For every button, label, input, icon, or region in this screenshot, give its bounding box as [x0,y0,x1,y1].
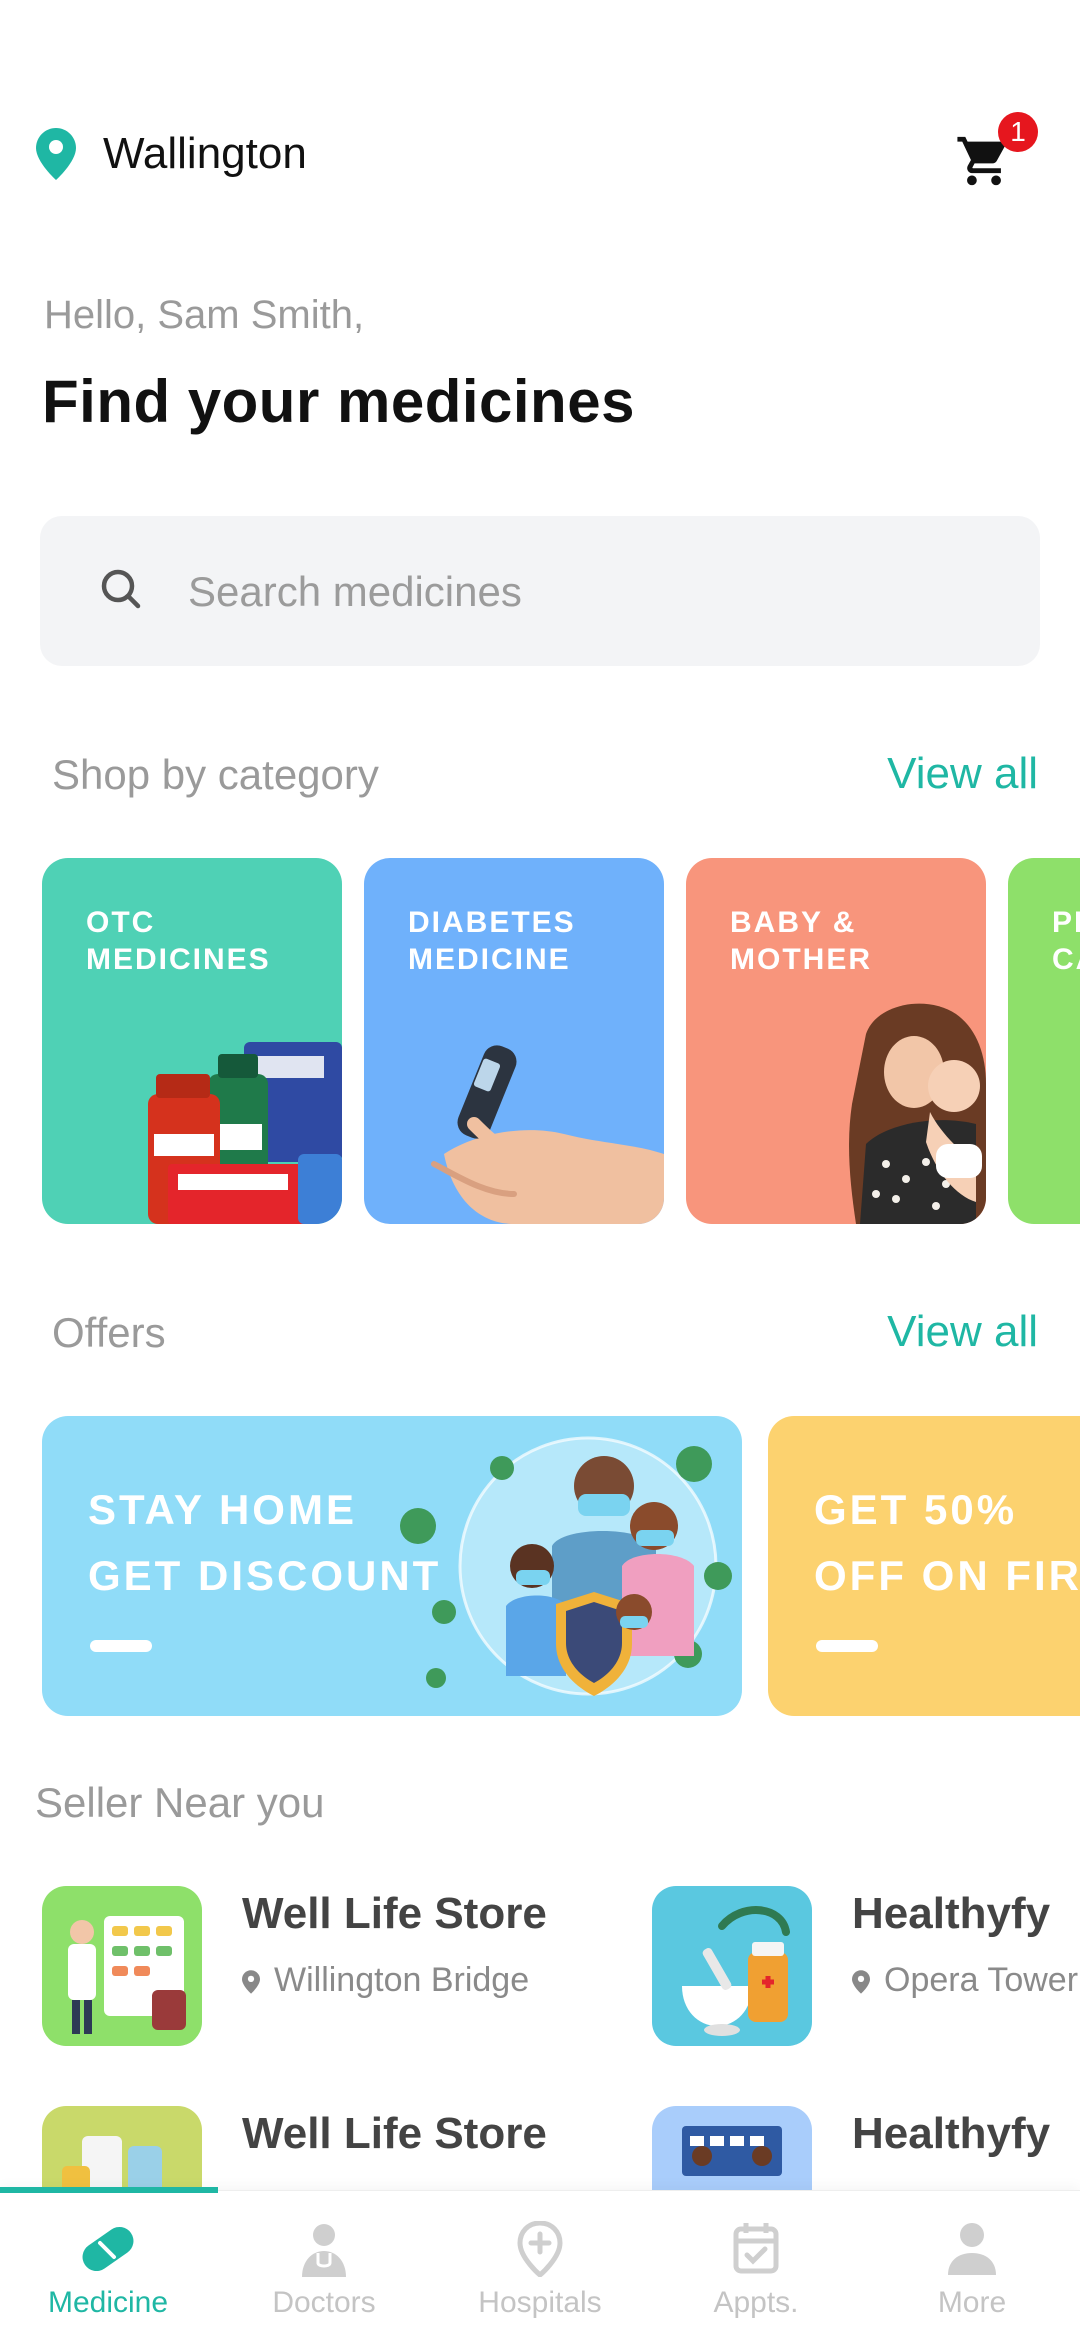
location-pin-icon [242,1970,260,1994]
offer-card-get-50[interactable]: GET 50% OFF ON FIR [768,1416,1080,1716]
offers-view-all-link[interactable]: View all [820,1304,1038,1360]
seller-card[interactable]: Well Life Store Willington Bridge [42,1886,642,2056]
hospital-pin-icon [517,2221,563,2277]
glucometer-hand-illustration [431,1045,664,1224]
pharmacy-counter-illustration [682,2126,782,2176]
pill-icon [82,2226,134,2272]
category-carousel: OTC MEDICINES DIABETES MEDICINE BABY & M… [42,858,1080,1226]
nav-tab-label: Hospitals [478,2286,602,2319]
offer-accent-bar [90,1640,152,1652]
category-card-baby-mother[interactable]: BABY & MOTHER [686,858,986,1224]
page-title: Find your medicines [42,368,635,435]
offer-accent-bar [816,1640,878,1652]
location-name[interactable]: Wallington [103,126,307,182]
offers-carousel: STAY HOME GET DISCOUNT GET 50% OFF ON FI… [42,1416,1080,1718]
search-icon [101,569,141,609]
seller-location-text: Willington Bridge [274,1961,530,1999]
calendar-check-icon [733,2223,779,2274]
seller-thumbnail [652,2106,812,2190]
search-bar[interactable] [40,516,1040,666]
nav-tab-label: Appts. [713,2286,799,2319]
category-section-title: Shop by category [52,751,379,798]
seller-thumbnail [652,1886,812,2046]
nav-tab-label: Doctors [272,2286,376,2319]
medicine-bottles-illustration [148,1042,342,1224]
cart-count-badge: 1 [998,112,1038,152]
seller-location: Willington Bridge [242,1958,529,2002]
bottom-navigation: Medicine Doctors Hospitals Appts. More [0,2187,1080,2340]
user-icon [948,2223,996,2275]
seller-location: Opera Tower [852,1958,1078,2002]
nav-tab-appointments[interactable]: Appts. [648,2191,864,2340]
seller-card[interactable]: Healthyfy [652,2106,1080,2190]
seller-thumbnail [42,1886,202,2046]
categories-view-all-link[interactable]: View all [820,746,1038,802]
nav-tab-hospitals[interactable]: Hospitals [432,2191,648,2340]
sellers-section-title: Seller Near you [35,1779,325,1826]
seller-name: Healthyfy [852,2109,1051,2158]
nav-tab-medicine[interactable]: Medicine [0,2191,216,2340]
search-input[interactable] [188,564,988,620]
doctor-icon [302,2224,346,2277]
pharmacy-supplies-illustration [62,2136,162,2190]
offer-line-2: OFF ON FIR [814,1552,1080,1599]
seller-location-text: Opera Tower [884,1961,1079,1999]
seller-name: Well Life Store [242,2109,547,2158]
seller-name: Healthyfy [852,1889,1051,1938]
nav-tab-more[interactable]: More [864,2191,1080,2340]
seller-thumbnail [42,2106,202,2190]
top-bar: Wallington 1 [0,0,1080,230]
category-label: BABY & MOTHER [730,906,872,976]
pharmacist-illustration [68,1916,186,2034]
category-card-diabetes[interactable]: DIABETES MEDICINE [364,858,664,1224]
seller-name: Well Life Store [242,1889,547,1938]
nav-tab-label: More [937,2286,1007,2319]
category-label: OTC MEDICINES [86,906,271,976]
family-masks-virus-illustration [400,1436,732,1696]
seller-list: Well Life Store Willington Bridge Health… [0,1880,1080,2190]
offer-line-1: STAY HOME [88,1486,357,1533]
offer-card-stay-home[interactable]: STAY HOME GET DISCOUNT [42,1416,742,1716]
category-label: DIABETES MEDICINE [408,906,576,976]
offers-section-title: Offers [52,1309,166,1356]
location-pin-icon [852,1970,870,1994]
location-pin-icon[interactable] [36,128,76,180]
category-card-otc[interactable]: OTC MEDICINES [42,858,342,1224]
mother-baby-photo [849,1003,986,1224]
category-label: PE CA [1052,906,1080,976]
mortar-pestle-illustration [682,1906,790,2036]
category-card-personal-care[interactable]: PE CA [1008,858,1080,1224]
seller-card[interactable]: Well Life Store [42,2106,642,2190]
greeting-text: Hello, Sam Smith, [44,293,365,337]
nav-tab-label: Medicine [47,2286,169,2319]
seller-card[interactable]: Healthyfy Opera Tower [652,1886,1080,2056]
offer-line-1: GET 50% [814,1486,1018,1533]
nav-tab-doctors[interactable]: Doctors [216,2191,432,2340]
